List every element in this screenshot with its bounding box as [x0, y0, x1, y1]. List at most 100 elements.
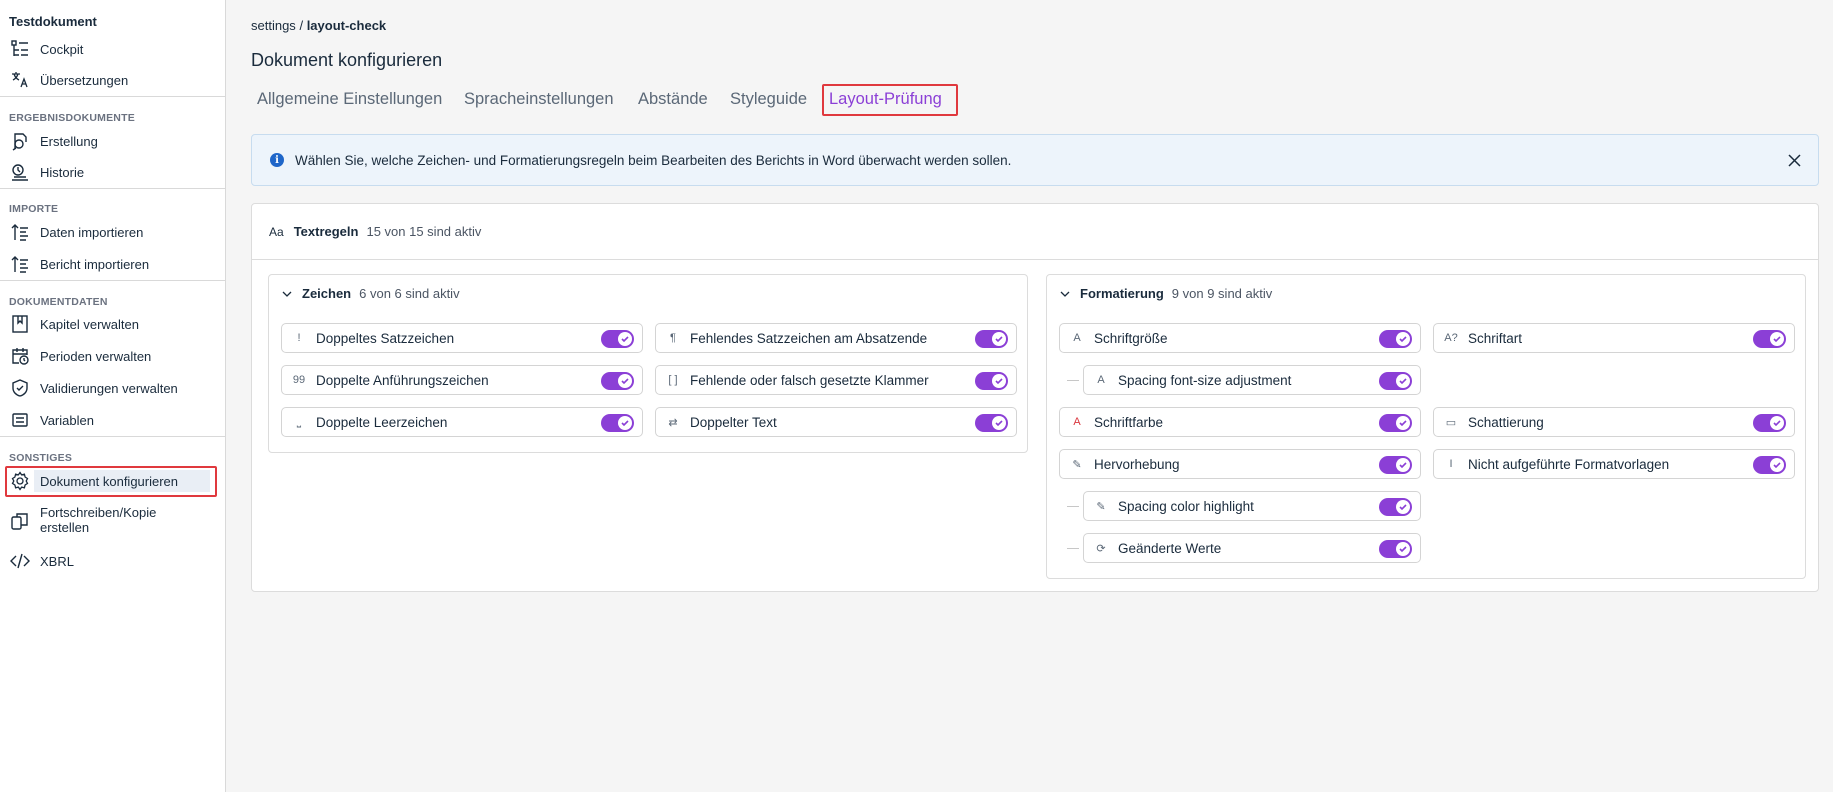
sidebar-item-label: Erstellung — [40, 133, 98, 149]
rule-toggle[interactable] — [601, 372, 634, 390]
group-title: Zeichen — [302, 286, 352, 301]
rule-schriftfarbe: A Schriftfarbe — [1059, 407, 1421, 437]
sidebar-item-daten-importieren[interactable]: Daten importieren — [9, 221, 143, 243]
sidebar-item-label: Kapitel verwalten — [40, 316, 139, 332]
sidebar-item-perioden[interactable]: Perioden verwalten — [9, 345, 151, 367]
sidebar-item-label: Fortschreiben/Kopie erstellen — [40, 505, 157, 535]
rule-label: Nicht aufgeführte Formatvorlagen — [1468, 456, 1670, 472]
tab-layout-pruefung[interactable]: Layout-Prüfung — [829, 90, 942, 109]
create-document-icon — [9, 131, 31, 151]
text-rules-icon: Aa — [269, 224, 284, 239]
tree-connector — [1067, 548, 1079, 549]
section-label: ERGEBNISDOKUMENTE — [9, 112, 135, 124]
rule-toggle[interactable] — [1379, 372, 1412, 390]
info-icon: i — [270, 153, 284, 167]
rule-toggle[interactable] — [1379, 540, 1412, 558]
rule-schriftart: A? Schriftart — [1433, 323, 1795, 353]
rule-hervorhebung: ✎ Hervorhebung — [1059, 449, 1421, 479]
close-icon[interactable] — [1784, 150, 1804, 170]
sidebar-item-bericht-importieren[interactable]: Bericht importieren — [9, 253, 149, 275]
rule-toggle[interactable] — [1379, 456, 1412, 474]
sidebar-item-label: Daten importieren — [40, 224, 144, 240]
sidebar: Testdokument Cockpit Übersetzungen ERGEB… — [0, 0, 226, 792]
group-header[interactable]: Formatierung 9 von 9 sind aktiv — [1060, 286, 1272, 301]
rule-label: Schattierung — [1468, 414, 1544, 430]
rule-doppeltes-satzzeichen: ! Doppeltes Satzzeichen — [281, 323, 643, 353]
document-title: Testdokument — [9, 14, 97, 29]
tab-styleguide[interactable]: Styleguide — [730, 90, 807, 109]
rule-toggle[interactable] — [1379, 498, 1412, 516]
sidebar-item-label: Variablen — [40, 412, 94, 428]
breadcrumb: settings / layout-check — [251, 18, 386, 33]
copy-icon — [9, 511, 31, 531]
rule-toggle[interactable] — [975, 372, 1008, 390]
rule-toggle[interactable] — [601, 414, 634, 432]
sidebar-item-variablen[interactable]: Variablen — [9, 409, 94, 431]
sidebar-item-fortschreiben[interactable]: Fortschreiben/Kopie erstellen — [9, 505, 190, 539]
translate-icon — [9, 70, 31, 90]
exclamation-icon: ! — [297, 332, 301, 344]
rule-nicht-aufgefuehrte-formatvorlagen: I Nicht aufgeführte Formatvorlagen — [1433, 449, 1795, 479]
sidebar-item-cockpit[interactable]: Cockpit — [9, 38, 83, 60]
group-header[interactable]: Zeichen 6 von 6 sind aktiv — [282, 286, 460, 301]
font-family-icon: A? — [1444, 332, 1458, 344]
rule-toggle[interactable] — [1753, 414, 1786, 432]
brackets-icon: [ ] — [668, 374, 678, 386]
highlighter-icon: ✎ — [1096, 500, 1106, 513]
rule-label: Schriftfarbe — [1094, 414, 1164, 430]
tab-abstaende[interactable]: Abstände — [638, 90, 708, 109]
tree-connector — [1067, 380, 1079, 381]
rule-label: Spacing color highlight — [1118, 498, 1254, 514]
rule-label: Fehlendes Satzzeichen am Absatzende — [690, 330, 928, 346]
rule-toggle[interactable] — [975, 414, 1008, 432]
tab-spracheinstellungen[interactable]: Spracheinstellungen — [464, 90, 614, 109]
rule-doppelter-text: ⇄ Doppelter Text — [655, 407, 1017, 437]
sidebar-item-label: Perioden verwalten — [40, 348, 152, 364]
rule-toggle[interactable] — [1753, 330, 1786, 348]
divider — [0, 96, 226, 97]
rule-klammer: [ ] Fehlende oder falsch gesetzte Klamme… — [655, 365, 1017, 395]
history-icon — [9, 162, 31, 182]
rule-toggle[interactable] — [601, 330, 634, 348]
section-label: IMPORTE — [9, 203, 59, 215]
rule-label: Doppelte Anführungszeichen — [316, 372, 489, 388]
quote-icon: 99 — [292, 374, 306, 386]
breadcrumb-root[interactable]: settings — [251, 18, 296, 33]
sidebar-item-label: XBRL — [40, 553, 74, 569]
rule-spacing-color-highlight: ✎ Spacing color highlight — [1083, 491, 1421, 521]
repeat-icon: ⇄ — [668, 416, 678, 429]
book-icon — [9, 314, 31, 334]
text-rules-header: Aa Textregeln 15 von 15 sind aktiv — [252, 204, 1818, 260]
code-icon — [9, 551, 31, 571]
font-size-icon: A — [1097, 374, 1105, 386]
font-size-icon: A — [1073, 332, 1081, 344]
cockpit-icon — [9, 39, 31, 59]
sidebar-item-dokument-konfigurieren[interactable]: Dokument konfigurieren — [9, 470, 178, 492]
rule-toggle[interactable] — [1753, 456, 1786, 474]
double-space-icon: ⎵ — [296, 415, 302, 428]
highlighter-icon: ✎ — [1072, 458, 1082, 471]
rule-spacing-font-size: A Spacing font-size adjustment — [1083, 365, 1421, 395]
sidebar-item-xbrl[interactable]: XBRL — [9, 550, 74, 572]
sidebar-item-translations[interactable]: Übersetzungen — [9, 69, 128, 91]
text-rules-count: 15 von 15 sind aktiv — [366, 224, 482, 239]
rule-toggle[interactable] — [1379, 414, 1412, 432]
rule-toggle[interactable] — [975, 330, 1008, 348]
rule-label: Hervorhebung — [1094, 456, 1180, 472]
section-label: DOKUMENTDATEN — [9, 296, 108, 308]
rule-label: Geänderte Werte — [1118, 540, 1222, 556]
rule-schattierung: ▭ Schattierung — [1433, 407, 1795, 437]
info-banner: i Wählen Sie, welche Zeichen- und Format… — [251, 134, 1819, 186]
font-color-icon: A — [1073, 416, 1081, 428]
sidebar-item-label: Bericht importieren — [40, 256, 150, 272]
sidebar-item-historie[interactable]: Historie — [9, 161, 84, 183]
shading-icon: ▭ — [1445, 416, 1457, 429]
tab-allgemeine-einstellungen[interactable]: Allgemeine Einstellungen — [257, 90, 442, 109]
sidebar-item-validierungen[interactable]: Validierungen verwalten — [9, 377, 178, 399]
divider — [0, 188, 226, 189]
sidebar-item-kapitel[interactable]: Kapitel verwalten — [9, 313, 139, 335]
rule-toggle[interactable] — [1379, 330, 1412, 348]
group-count: 9 von 9 sind aktiv — [1171, 286, 1273, 301]
shield-check-icon — [9, 378, 31, 398]
sidebar-item-erstellung[interactable]: Erstellung — [9, 130, 98, 152]
